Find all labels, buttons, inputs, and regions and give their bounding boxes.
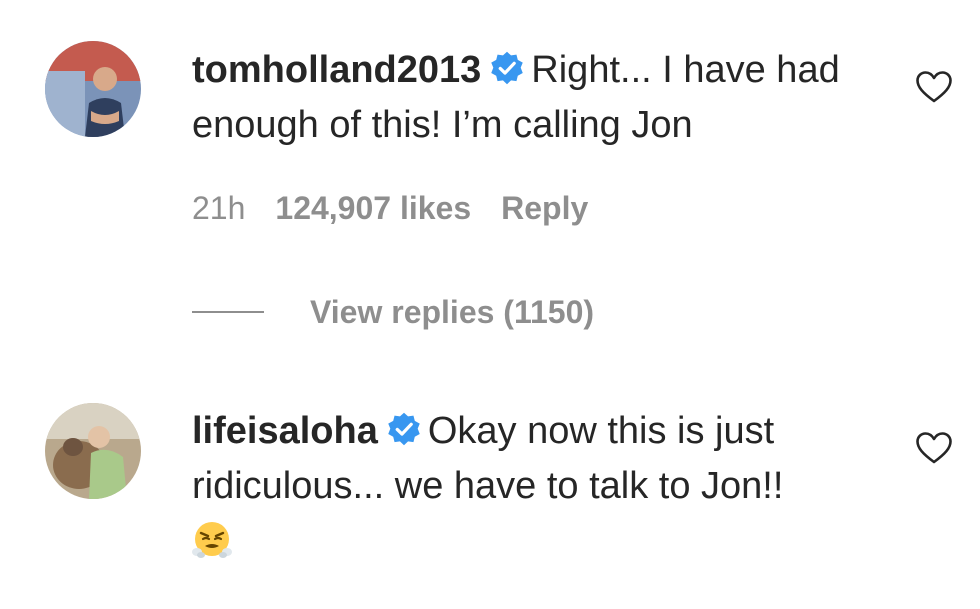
comment-username[interactable]: tomholland2013 [192, 49, 481, 91]
comment-body: lifeisaloha Okay now this is just ridicul… [192, 404, 872, 569]
view-replies-button[interactable]: View replies (1150) [310, 294, 594, 331]
verified-badge-icon [489, 50, 525, 86]
reply-button[interactable]: Reply [501, 190, 588, 226]
verified-badge-icon [386, 411, 422, 447]
heart-outline-icon[interactable] [915, 70, 953, 104]
comment-timestamp[interactable]: 21h [192, 190, 245, 226]
view-replies-row: View replies (1150) [192, 290, 594, 334]
comment-username[interactable]: lifeisaloha [192, 410, 378, 452]
heart-outline-icon[interactable] [915, 431, 953, 465]
comment-meta: 21h 124,907 likes Reply [192, 190, 618, 227]
huffing-face-emoji-icon [192, 519, 232, 559]
like-count[interactable]: 124,907 likes [275, 190, 471, 226]
avatar[interactable] [45, 41, 141, 137]
replies-divider [192, 311, 264, 313]
comment-body: tomholland2013 Right... I have had enough… [192, 43, 872, 153]
avatar[interactable] [45, 403, 141, 499]
